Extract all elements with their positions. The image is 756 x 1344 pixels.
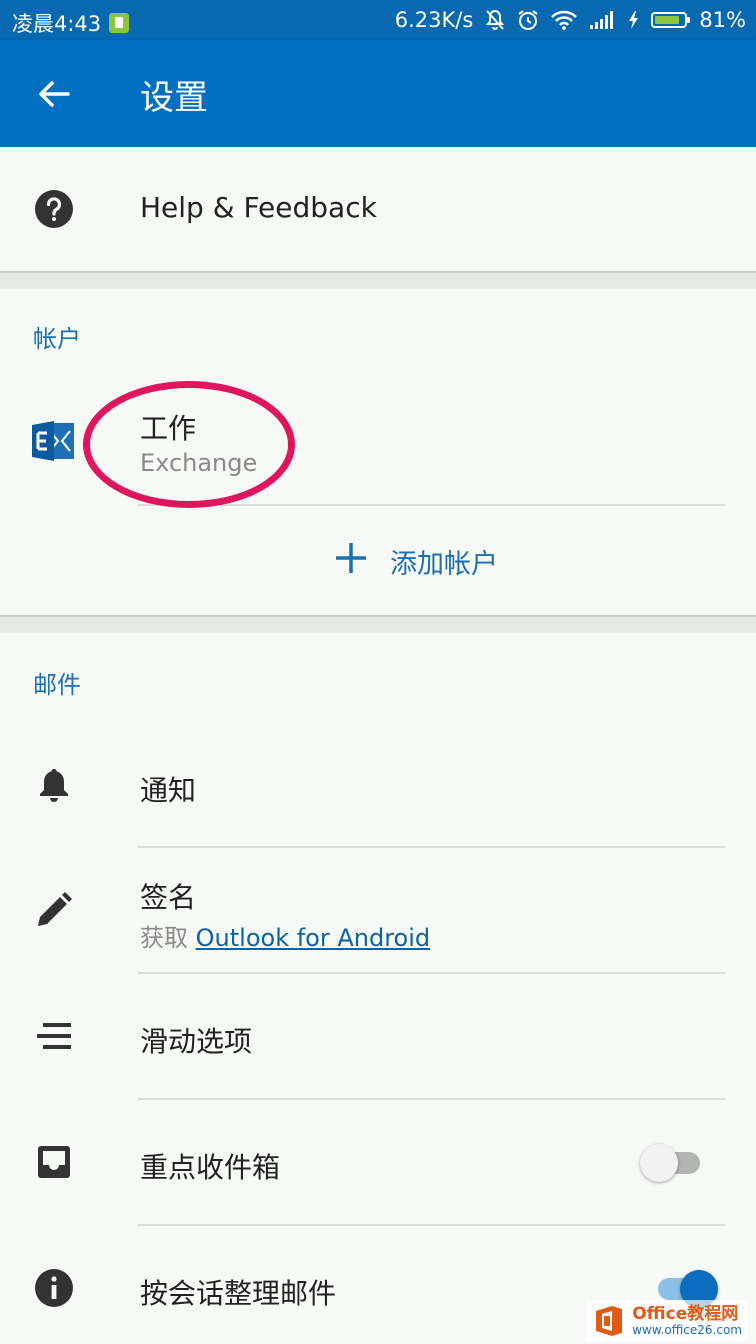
- office-logo-icon: [596, 1306, 623, 1336]
- charging-icon: [629, 11, 639, 29]
- swipe-options-icon: [37, 1023, 71, 1049]
- outlook-android-link[interactable]: Outlook for Android: [196, 924, 431, 952]
- mail-section: 邮件 通知 签名 获取 Outlook for Android 滑动选项 重点收…: [0, 633, 756, 1344]
- app-bar: 设置: [0, 40, 756, 147]
- battery-percent: 81%: [699, 8, 746, 32]
- signature-sub: 获取 Outlook for Android: [140, 918, 430, 953]
- section-divider: [0, 271, 756, 289]
- sim-icon: [109, 13, 130, 33]
- signature-row[interactable]: 签名 获取 Outlook for Android: [0, 848, 756, 972]
- notifications-label: 通知: [140, 774, 197, 807]
- swipe-options-label: 滑动选项: [140, 1025, 253, 1058]
- wifi-icon: [551, 10, 578, 30]
- help-feedback-row[interactable]: Help & Feedback: [0, 147, 756, 271]
- help-feedback-label: Help & Feedback: [140, 191, 377, 224]
- signal-icon: [590, 11, 614, 29]
- back-arrow-icon[interactable]: [36, 76, 72, 112]
- accounts-header: 帐户: [33, 325, 81, 353]
- battery-icon: [651, 12, 691, 28]
- bell-icon: [40, 769, 68, 802]
- page-title: 设置: [140, 78, 208, 118]
- focused-inbox-row[interactable]: 重点收件箱: [0, 1100, 756, 1224]
- swipe-options-row[interactable]: 滑动选项: [0, 974, 756, 1098]
- pencil-icon: [38, 892, 72, 926]
- notifications-row[interactable]: 通知: [0, 723, 756, 847]
- mute-icon: [486, 9, 505, 30]
- focused-inbox-toggle[interactable]: [640, 1142, 704, 1182]
- status-bar: 凌晨4:43 6.23K/s 81%: [0, 0, 756, 40]
- focused-inbox-label: 重点收件箱: [140, 1151, 281, 1184]
- signature-prefix: 获取: [140, 924, 188, 952]
- help-section: Help & Feedback: [0, 147, 756, 271]
- watermark-title: Office教程网: [632, 1304, 739, 1324]
- watermark: Office教程网 www.office26.com: [586, 1300, 748, 1342]
- watermark-url: www.office26.com: [632, 1323, 742, 1337]
- inbox-icon: [38, 1146, 70, 1178]
- mail-header: 邮件: [33, 671, 81, 699]
- separator: [138, 504, 725, 506]
- help-circle-icon: [35, 190, 73, 228]
- signature-label: 签名: [140, 881, 197, 914]
- add-account-label: 添加帐户: [390, 549, 498, 580]
- section-divider: [0, 615, 756, 633]
- status-time: 凌晨4:43: [12, 12, 102, 36]
- conversation-label: 按会话整理邮件: [140, 1277, 337, 1310]
- exchange-icon: [32, 421, 74, 461]
- alarm-icon: [518, 10, 538, 30]
- info-icon: [35, 1269, 73, 1307]
- add-account-button[interactable]: 添加帐户: [300, 529, 540, 589]
- network-speed: 6.23K/s: [394, 8, 474, 32]
- highlight-annotation: [83, 381, 295, 508]
- plus-icon: [336, 543, 366, 573]
